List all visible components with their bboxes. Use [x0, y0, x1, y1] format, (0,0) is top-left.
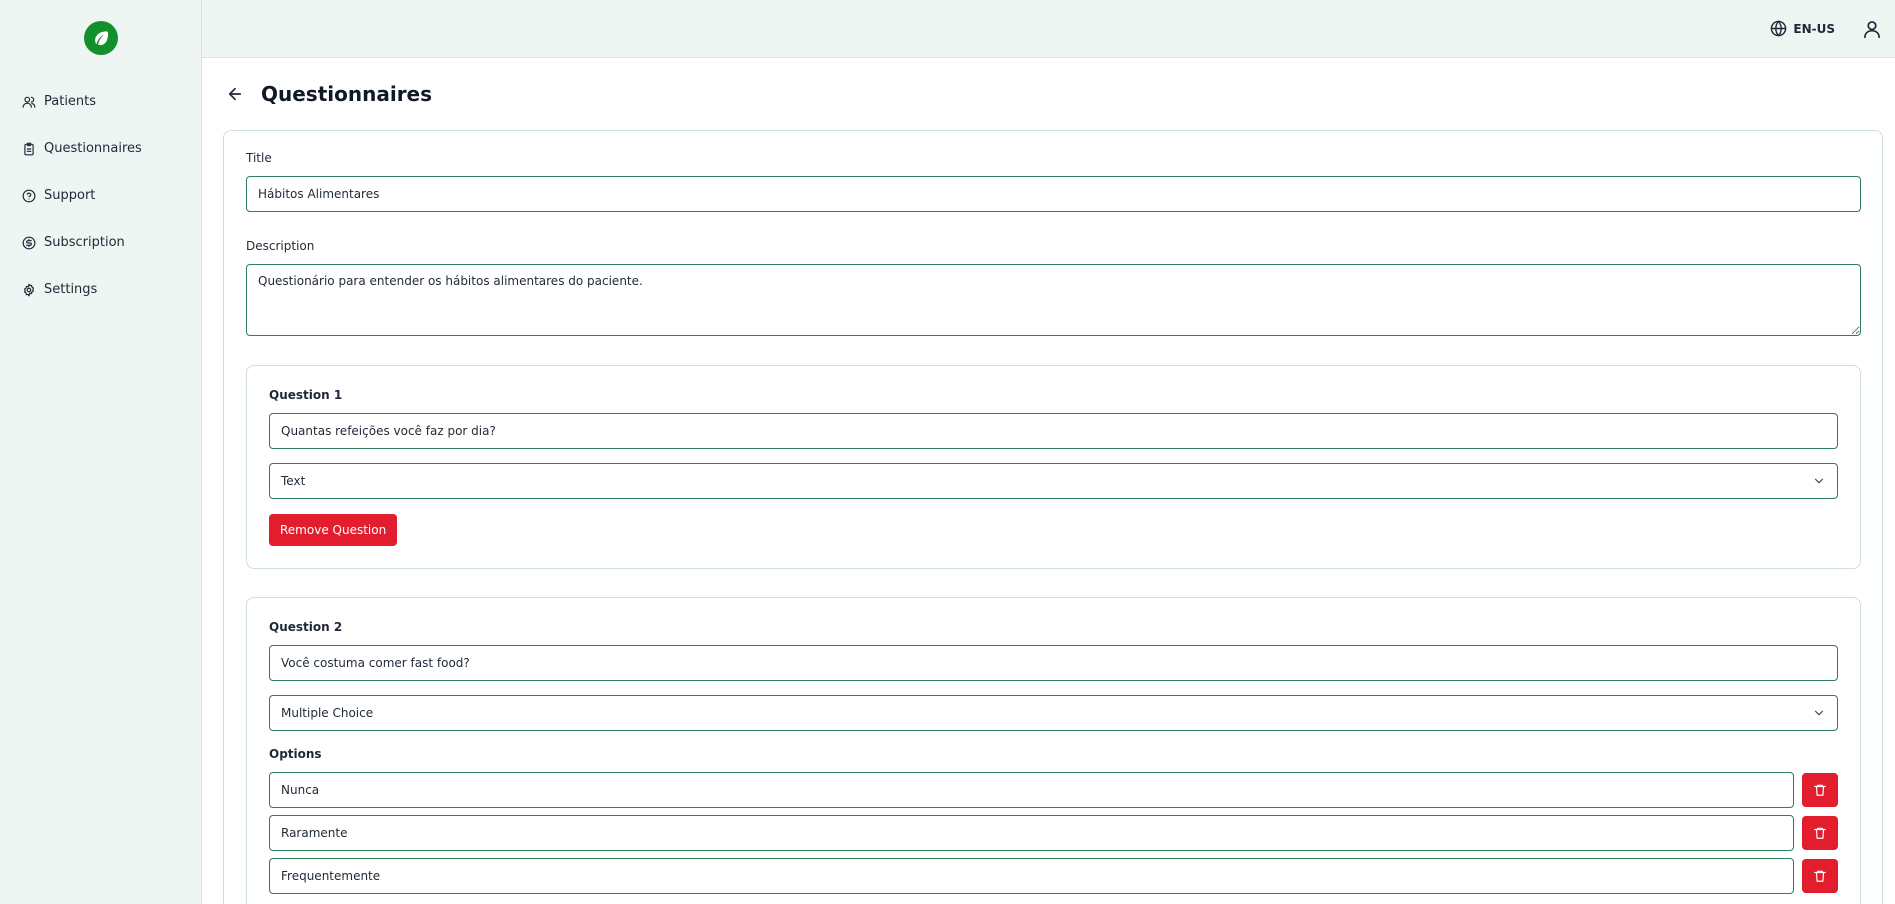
language-label: EN-US [1793, 21, 1835, 36]
question-label: Question 1 [269, 388, 343, 402]
sidebar: Patients Questionnaires Support Subscrip… [0, 0, 202, 904]
delete-option-button[interactable] [1802, 859, 1838, 893]
page-header: Questionnaires [223, 58, 1883, 130]
question-type-select[interactable]: Multiple Choice [269, 695, 1838, 731]
chevron-down-icon [1814, 710, 1824, 716]
question-card-1: Question 1 Text Remove Question [246, 365, 1861, 569]
question-label: Question 2 [269, 620, 343, 634]
question-type-value[interactable]: Multiple Choice [269, 695, 1838, 731]
sidebar-item-questionnaires[interactable]: Questionnaires [0, 125, 201, 172]
dollar-circle-icon [22, 236, 36, 250]
sidebar-item-label: Subscription [44, 235, 125, 250]
question-card-2: Question 2 Multiple Choice Options [246, 597, 1861, 904]
delete-option-button[interactable] [1802, 773, 1838, 807]
content: Questionnaires Title Description Questio… [202, 58, 1895, 904]
remove-question-button[interactable]: Remove Question [269, 514, 398, 546]
topbar: EN-US [202, 0, 1895, 58]
trash-icon [1814, 784, 1826, 796]
app-root: Patients Questionnaires Support Subscrip… [0, 0, 1895, 904]
option-row [269, 772, 1838, 808]
sidebar-item-settings[interactable]: Settings [0, 266, 201, 313]
questionnaire-form: Title Description Questionário para ente… [223, 130, 1883, 904]
clipboard-icon [22, 142, 36, 156]
arrow-left-icon[interactable] [223, 82, 247, 106]
language-switcher[interactable]: EN-US [1770, 20, 1835, 37]
leaf-icon[interactable] [83, 21, 118, 55]
main-area: EN-US Questionnaires Title Description Q… [202, 0, 1895, 904]
globe-icon [1770, 20, 1787, 37]
title-input[interactable] [246, 176, 1861, 212]
question-type-value[interactable]: Text [269, 463, 1838, 499]
gear-icon [22, 283, 36, 297]
sidebar-item-label: Questionnaires [44, 141, 142, 156]
sidebar-item-support[interactable]: Support [0, 172, 201, 219]
page-title: Questionnaires [261, 82, 433, 106]
trash-icon [1814, 827, 1826, 839]
sidebar-item-patients[interactable]: Patients [0, 78, 201, 125]
sidebar-item-label: Settings [44, 282, 98, 297]
chevron-down-icon [1814, 478, 1824, 484]
sidebar-nav: Patients Questionnaires Support Subscrip… [0, 78, 201, 313]
options-label: Options [269, 747, 322, 761]
sidebar-item-subscription[interactable]: Subscription [0, 219, 201, 266]
option-input[interactable] [269, 815, 1794, 851]
question-type-select[interactable]: Text [269, 463, 1838, 499]
title-label: Title [246, 151, 272, 165]
question-text-input[interactable] [269, 645, 1838, 681]
user-icon[interactable] [1861, 18, 1883, 40]
option-row [269, 858, 1838, 894]
question-text-input[interactable] [269, 413, 1838, 449]
sidebar-item-label: Support [44, 188, 96, 203]
help-circle-icon [22, 189, 36, 203]
sidebar-item-label: Patients [44, 94, 97, 109]
delete-option-button[interactable] [1802, 816, 1838, 850]
description-textarea[interactable]: Questionário para entender os hábitos al… [246, 264, 1861, 336]
option-input[interactable] [269, 772, 1794, 808]
description-label: Description [246, 239, 315, 253]
trash-icon [1814, 870, 1826, 882]
logo-area [0, 0, 201, 78]
option-input[interactable] [269, 858, 1794, 894]
option-row [269, 815, 1838, 851]
users-icon [22, 95, 36, 109]
